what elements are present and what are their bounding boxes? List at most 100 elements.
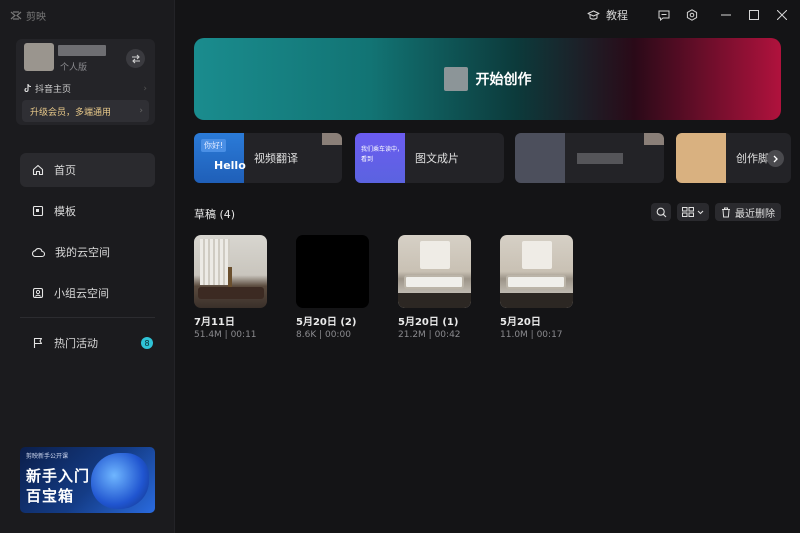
draft-thumbnail[interactable] xyxy=(500,235,573,308)
tool-text-to-video[interactable]: 我们乘车读中，看到 图文成片 xyxy=(355,133,504,183)
thumb-detail xyxy=(506,275,566,289)
draft-thumbnail[interactable] xyxy=(194,235,267,308)
drafts-heading: 草稿 (4) xyxy=(194,206,235,222)
drafts-count: (4) xyxy=(219,208,236,221)
username-redacted xyxy=(58,45,106,56)
start-creating-button[interactable]: 开始创作 xyxy=(194,38,781,120)
search-button[interactable] xyxy=(651,203,671,221)
tutorial-button[interactable]: 教程 xyxy=(587,7,628,23)
promo-line-2: 百宝箱 xyxy=(26,487,75,505)
nav-divider xyxy=(20,317,155,318)
draft-card[interactable]: 5月20日 (1) 21.2M | 00:42 xyxy=(398,235,471,340)
minimize-icon xyxy=(721,14,731,16)
user-card: 个人版 抖音主页 › 升级会员，多端通用 › xyxy=(16,39,155,125)
notification-badge: 8 xyxy=(141,337,153,349)
recently-deleted-button[interactable]: 最近删除 xyxy=(715,203,781,221)
close-button[interactable] xyxy=(768,0,796,30)
thumb-detail xyxy=(522,241,552,269)
thumb-text: Hello xyxy=(214,159,246,172)
nav-item-hot-events[interactable]: 热门活动 8 xyxy=(20,326,155,360)
thumb-detail xyxy=(228,267,232,289)
close-icon xyxy=(777,10,787,20)
tool-thumbnail: 你好! Hello xyxy=(194,133,246,183)
scroll-right-button[interactable] xyxy=(767,150,784,167)
draft-card[interactable]: 5月20日 11.0M | 00:17 xyxy=(500,235,573,340)
tool-corner-badge xyxy=(322,133,342,145)
thumb-detail xyxy=(200,239,230,285)
feedback-icon xyxy=(658,10,670,21)
draft-size: 8.6K xyxy=(296,330,317,340)
thumb-text: 我们乘车读中，看到 xyxy=(361,146,404,163)
promo-line-1: 新手入门 xyxy=(26,467,91,485)
draft-duration: 00:11 xyxy=(230,330,257,340)
draft-name: 5月20日 xyxy=(500,317,541,328)
chevron-down-icon xyxy=(697,210,704,214)
tool-label-redacted xyxy=(577,152,623,164)
nav-item-label: 热门活动 xyxy=(54,337,98,350)
tool-video-translate[interactable]: 你好! Hello 视频翻译 xyxy=(194,133,342,183)
nav-item-my-cloud[interactable]: 我的云空间 xyxy=(20,235,155,269)
chevron-right-icon: › xyxy=(143,83,147,94)
avatar[interactable] xyxy=(24,43,54,71)
maximize-icon xyxy=(749,10,759,20)
minimize-button[interactable] xyxy=(712,0,740,30)
flag-icon xyxy=(33,337,43,348)
promo-brand: 剪映新手公开课 xyxy=(26,453,69,460)
tool-label: 图文成片 xyxy=(415,152,459,165)
draft-card[interactable]: 5月20日 (2) 8.6K | 00:00 xyxy=(296,235,369,340)
draft-card[interactable]: 7月11日 51.4M | 00:11 xyxy=(194,235,267,340)
draft-size: 11.0M xyxy=(500,330,528,340)
vip-promo-label: 升级会员，多端通用 xyxy=(30,107,112,118)
settings-button[interactable] xyxy=(678,0,706,30)
nav-item-templates[interactable]: 模板 xyxy=(20,194,155,228)
tool-label: 创作脚 xyxy=(736,152,769,165)
douyin-link-label: 抖音主页 xyxy=(35,85,72,95)
chevron-right-icon xyxy=(773,155,778,162)
vip-upgrade-button[interactable]: 升级会员，多端通用 › xyxy=(22,100,149,122)
thumb-detail xyxy=(500,293,573,308)
thumb-detail xyxy=(420,241,450,269)
draft-thumbnail[interactable] xyxy=(398,235,471,308)
douyin-home-link[interactable]: 抖音主页 › xyxy=(24,82,147,95)
grid-view-icon xyxy=(682,207,694,217)
douyin-icon xyxy=(24,84,32,93)
promo-graphic xyxy=(91,453,149,509)
feedback-button[interactable] xyxy=(650,0,678,30)
start-creating-icon xyxy=(443,67,468,91)
graduation-cap-icon xyxy=(587,10,600,20)
sidebar: 个人版 抖音主页 › 升级会员，多端通用 › 首页 模板 我的云空间 小组云空间… xyxy=(0,0,175,533)
template-icon xyxy=(32,205,44,217)
tool-corner-badge xyxy=(644,133,664,145)
recently-deleted-label: 最近删除 xyxy=(735,208,775,220)
tool-label: 视频翻译 xyxy=(254,152,298,165)
draft-thumbnail[interactable] xyxy=(296,235,369,308)
draft-name: 5月20日 (2) xyxy=(296,317,357,328)
thumb-detail xyxy=(398,293,471,308)
thumb-bubble: 你好! xyxy=(201,139,227,152)
view-mode-button[interactable] xyxy=(677,203,709,221)
user-level: 个人版 xyxy=(60,63,88,73)
maximize-button[interactable] xyxy=(740,0,768,30)
thumb-detail xyxy=(404,275,464,289)
tool-thumbnail: 我们乘车读中，看到 xyxy=(355,133,405,183)
switch-account-button[interactable] xyxy=(126,49,145,68)
tool-script[interactable]: 创作脚 xyxy=(676,133,791,183)
draft-meta: 21.2M | 00:42 xyxy=(398,330,461,340)
draft-duration: 00:00 xyxy=(324,330,351,340)
search-icon xyxy=(656,207,666,217)
nav-item-home[interactable]: 首页 xyxy=(20,153,155,187)
draft-duration: 00:42 xyxy=(434,330,461,340)
home-icon xyxy=(32,164,44,176)
beginner-promo-banner[interactable]: 剪映新手公开课 新手入门 百宝箱 xyxy=(20,447,155,513)
trash-icon xyxy=(722,207,730,217)
tool-thumbnail xyxy=(676,133,726,183)
capcut-logo-icon xyxy=(10,11,22,20)
cloud-icon xyxy=(32,247,45,257)
draft-duration: 00:17 xyxy=(536,330,563,340)
draft-meta: 8.6K | 00:00 xyxy=(296,330,351,340)
title-bar: 剪映 教程 xyxy=(0,0,800,30)
nav-item-team-cloud[interactable]: 小组云空间 xyxy=(20,276,155,310)
tool-shortcuts: 你好! Hello 视频翻译 我们乘车读中，看到 图文成片 创作脚 xyxy=(194,133,794,183)
draft-name: 7月11日 xyxy=(194,317,235,328)
tool-blurred[interactable] xyxy=(515,133,664,183)
